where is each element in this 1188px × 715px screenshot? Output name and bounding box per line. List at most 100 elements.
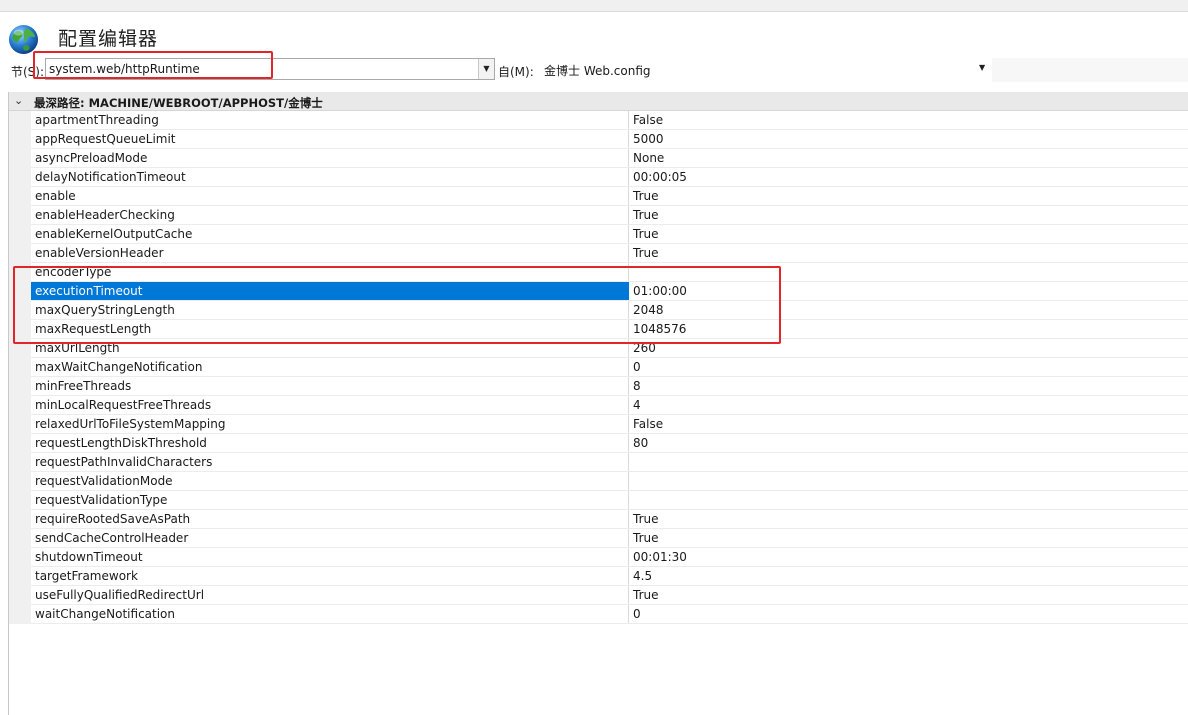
property-value[interactable]: False	[629, 111, 1188, 129]
from-combobox[interactable]: 金博士 Web.config ▼	[540, 58, 990, 80]
property-value[interactable]: True	[629, 225, 1188, 243]
property-name[interactable]: waitChangeNotification	[31, 605, 629, 623]
property-row[interactable]: requireRootedSaveAsPath True	[31, 510, 1188, 529]
property-row[interactable]: requestPathInvalidCharacters	[31, 453, 1188, 472]
property-name[interactable]: appRequestQueueLimit	[31, 130, 629, 148]
property-value[interactable]: 1048576	[629, 320, 1188, 338]
property-value[interactable]: True	[629, 586, 1188, 604]
chevron-down-icon[interactable]: ⌄	[14, 94, 23, 107]
property-row[interactable]: sendCacheControlHeader True	[31, 529, 1188, 548]
property-name[interactable]: relaxedUrlToFileSystemMapping	[31, 415, 629, 433]
property-value[interactable]: True	[629, 510, 1188, 528]
property-rows: apartmentThreading False appRequestQueueLi…	[31, 111, 1188, 624]
property-name[interactable]: encoderType	[31, 263, 629, 281]
property-row[interactable]: maxWaitChangeNotification 0	[31, 358, 1188, 377]
property-name[interactable]: requestPathInvalidCharacters	[31, 453, 629, 471]
property-row[interactable]: enableVersionHeader True	[31, 244, 1188, 263]
property-name[interactable]: maxQueryStringLength	[31, 301, 629, 319]
page-title: 配置编辑器	[58, 28, 159, 50]
property-row[interactable]: requestValidationType	[31, 491, 1188, 510]
section-combobox[interactable]: system.web/httpRuntime ▼	[45, 58, 495, 80]
property-row[interactable]: maxQueryStringLength 2048	[31, 301, 1188, 320]
property-name[interactable]: apartmentThreading	[31, 111, 629, 129]
property-row[interactable]: enable True	[31, 187, 1188, 206]
property-row[interactable]: requestValidationMode	[31, 472, 1188, 491]
property-name[interactable]: enableVersionHeader	[31, 244, 629, 262]
property-name[interactable]: enable	[31, 187, 629, 205]
property-value[interactable]: 2048	[629, 301, 1188, 319]
property-name[interactable]: sendCacheControlHeader	[31, 529, 629, 547]
property-name[interactable]: asyncPreloadMode	[31, 149, 629, 167]
property-row[interactable]: encoderType	[31, 263, 1188, 282]
property-name[interactable]: delayNotificationTimeout	[31, 168, 629, 186]
globe-icon	[8, 24, 39, 55]
section-value[interactable]: system.web/httpRuntime	[49, 62, 200, 76]
property-name[interactable]: requestLengthDiskThreshold	[31, 434, 629, 452]
property-name[interactable]: requestValidationType	[31, 491, 629, 509]
property-name[interactable]: executionTimeout	[31, 282, 629, 300]
property-value[interactable]: 0	[629, 605, 1188, 623]
chevron-down-icon[interactable]: ▼	[478, 59, 494, 79]
property-row[interactable]: relaxedUrlToFileSystemMapping False	[31, 415, 1188, 434]
property-name[interactable]: shutdownTimeout	[31, 548, 629, 566]
property-row[interactable]: requestLengthDiskThreshold 80	[31, 434, 1188, 453]
property-name[interactable]: minFreeThreads	[31, 377, 629, 395]
property-value[interactable]	[629, 263, 1188, 281]
property-value[interactable]: 260	[629, 339, 1188, 357]
group-header[interactable]: ⌄ 最深路径: MACHINE/WEBROOT/APPHOST/金博士	[9, 92, 1188, 111]
property-name[interactable]: maxWaitChangeNotification	[31, 358, 629, 376]
property-value[interactable]: True	[629, 529, 1188, 547]
property-row[interactable]: enableKernelOutputCache True	[31, 225, 1188, 244]
property-name[interactable]: maxUrlLength	[31, 339, 629, 357]
property-row[interactable]: delayNotificationTimeout 00:00:05	[31, 168, 1188, 187]
property-row[interactable]: appRequestQueueLimit 5000	[31, 130, 1188, 149]
property-value[interactable]: 00:01:30	[629, 548, 1188, 566]
property-row[interactable]: targetFramework 4.5	[31, 567, 1188, 586]
property-value[interactable]: 5000	[629, 130, 1188, 148]
property-name[interactable]: enableKernelOutputCache	[31, 225, 629, 243]
property-row[interactable]: enableHeaderChecking True	[31, 206, 1188, 225]
property-row[interactable]: executionTimeout 01:00:00	[31, 282, 1188, 301]
property-row[interactable]: maxUrlLength 260	[31, 339, 1188, 358]
property-name[interactable]: targetFramework	[31, 567, 629, 585]
property-value[interactable]: 80	[629, 434, 1188, 452]
property-value[interactable]: 8	[629, 377, 1188, 395]
property-value[interactable]	[629, 491, 1188, 509]
property-name[interactable]: requireRootedSaveAsPath	[31, 510, 629, 528]
property-row[interactable]: minLocalRequestFreeThreads 4	[31, 396, 1188, 415]
property-row[interactable]: useFullyQualifiedRedirectUrl True	[31, 586, 1188, 605]
deepest-path: 最深路径: MACHINE/WEBROOT/APPHOST/金博士	[34, 96, 323, 110]
property-value[interactable]	[629, 472, 1188, 490]
property-row[interactable]: apartmentThreading False	[31, 111, 1188, 130]
property-value[interactable]: False	[629, 415, 1188, 433]
property-value[interactable]: 4	[629, 396, 1188, 414]
property-value[interactable]: 01:00:00	[629, 282, 1188, 300]
property-value[interactable]: True	[629, 206, 1188, 224]
property-value[interactable]: None	[629, 149, 1188, 167]
property-value[interactable]	[629, 453, 1188, 471]
from-label: 自(M):	[498, 65, 534, 79]
property-row[interactable]: minFreeThreads 8	[31, 377, 1188, 396]
property-value[interactable]: True	[629, 244, 1188, 262]
top-strip	[0, 0, 1188, 12]
property-value[interactable]: 4.5	[629, 567, 1188, 585]
property-name[interactable]: minLocalRequestFreeThreads	[31, 396, 629, 414]
from-value[interactable]: 金博士 Web.config	[544, 62, 651, 79]
section-label: 节(S):	[11, 65, 45, 79]
property-value[interactable]: True	[629, 187, 1188, 205]
grid-gutter	[9, 111, 31, 624]
property-row[interactable]: waitChangeNotification 0	[31, 605, 1188, 624]
property-row[interactable]: asyncPreloadMode None	[31, 149, 1188, 168]
property-name[interactable]: requestValidationMode	[31, 472, 629, 490]
chevron-down-icon[interactable]: ▼	[979, 63, 985, 72]
property-value[interactable]: 0	[629, 358, 1188, 376]
property-name[interactable]: maxRequestLength	[31, 320, 629, 338]
section-toolbar: 节(S): system.web/httpRuntime ▼ 自(M): 金博士…	[0, 56, 1188, 84]
property-row[interactable]: maxRequestLength 1048576	[31, 320, 1188, 339]
property-row[interactable]: shutdownTimeout 00:01:30	[31, 548, 1188, 567]
property-name[interactable]: enableHeaderChecking	[31, 206, 629, 224]
property-value[interactable]: 00:00:05	[629, 168, 1188, 186]
property-grid: ⌄ 最深路径: MACHINE/WEBROOT/APPHOST/金博士 apar…	[8, 92, 1188, 715]
right-pane	[992, 58, 1188, 82]
property-name[interactable]: useFullyQualifiedRedirectUrl	[31, 586, 629, 604]
